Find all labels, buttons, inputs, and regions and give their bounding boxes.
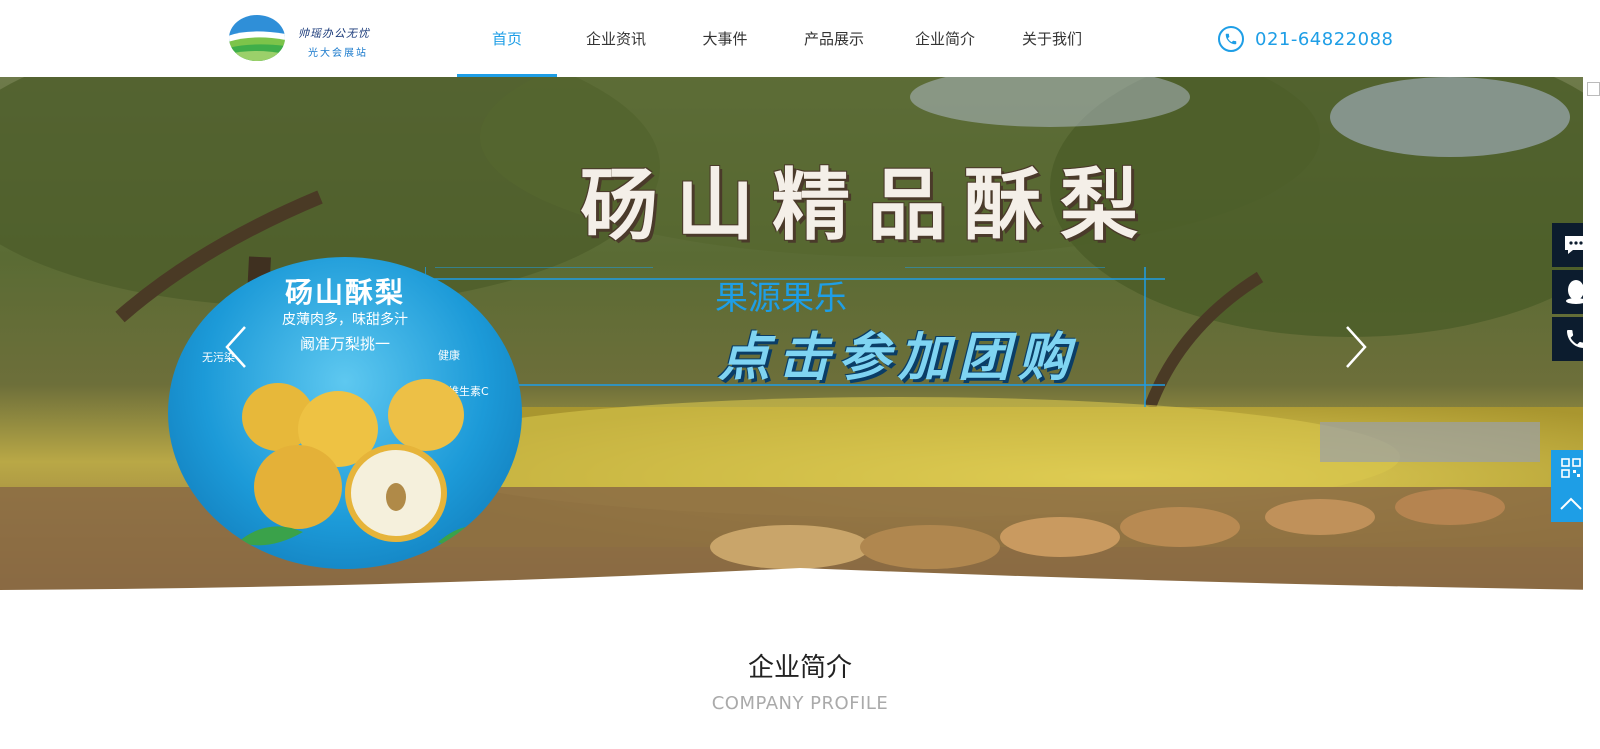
chevron-right-icon (1346, 326, 1367, 368)
header-phone[interactable]: 021-64822088 (1218, 24, 1393, 54)
scrollbar-thumb[interactable] (1587, 82, 1600, 96)
chevron-left-icon (225, 326, 246, 368)
banner-brand: 果源果乐 (715, 278, 847, 317)
qrcode-icon (1561, 458, 1581, 478)
banner-next-button[interactable] (1336, 317, 1376, 377)
nav-products[interactable]: 产品展示 (775, 0, 893, 77)
section-subtitle: COMPANY PROFILE (711, 693, 889, 714)
banner-cta[interactable]: 点击参加团购 (718, 315, 1078, 390)
badge-tag: 健康 (438, 349, 460, 362)
logo-hills-icon (229, 15, 285, 61)
product-badge: 砀山酥梨 皮薄肉多，味甜多汁 阚准万梨挑一 无污染 健康 维生素C (168, 257, 522, 569)
section-title: 企业简介 (747, 653, 852, 683)
nav-news[interactable]: 企业资讯 (557, 0, 675, 77)
nav-about[interactable]: 关于我们 (997, 0, 1107, 77)
pears-image (238, 379, 468, 548)
badge-title: 砀山酥梨 (284, 276, 405, 309)
back-to-top-icon (1560, 497, 1582, 510)
logo-line1: 帅瑶办公无忧 (298, 27, 370, 40)
scrollbar[interactable] (1583, 77, 1600, 749)
banner-prev-button[interactable] (216, 317, 256, 377)
banner-wave-divider (0, 568, 1600, 600)
nav-events[interactable]: 大事件 (675, 0, 775, 77)
site-header: 帅瑶办公无忧 光大会展站 首页 企业资讯 大事件 产品展示 企业简介 关于我们 … (0, 0, 1600, 77)
hero-banner[interactable]: 砀山精品酥梨 果源果乐 点击参加团购 砀山酥梨 皮薄肉多，味甜多汁 阚准万梨挑一… (0, 77, 1583, 590)
logo-line2: 光大会展站 (308, 48, 368, 59)
nav-home[interactable]: 首页 (457, 0, 557, 77)
site-logo[interactable]: 帅瑶办公无忧 光大会展站 (228, 14, 388, 66)
main-nav: 首页 企业资讯 大事件 产品展示 企业简介 关于我们 (457, 0, 1107, 77)
phone-number: 021-64822088 (1255, 28, 1394, 50)
banner-title: 砀山精品酥梨 (580, 160, 1157, 251)
phone-icon (1218, 26, 1244, 52)
nav-profile[interactable]: 企业简介 (893, 0, 997, 77)
